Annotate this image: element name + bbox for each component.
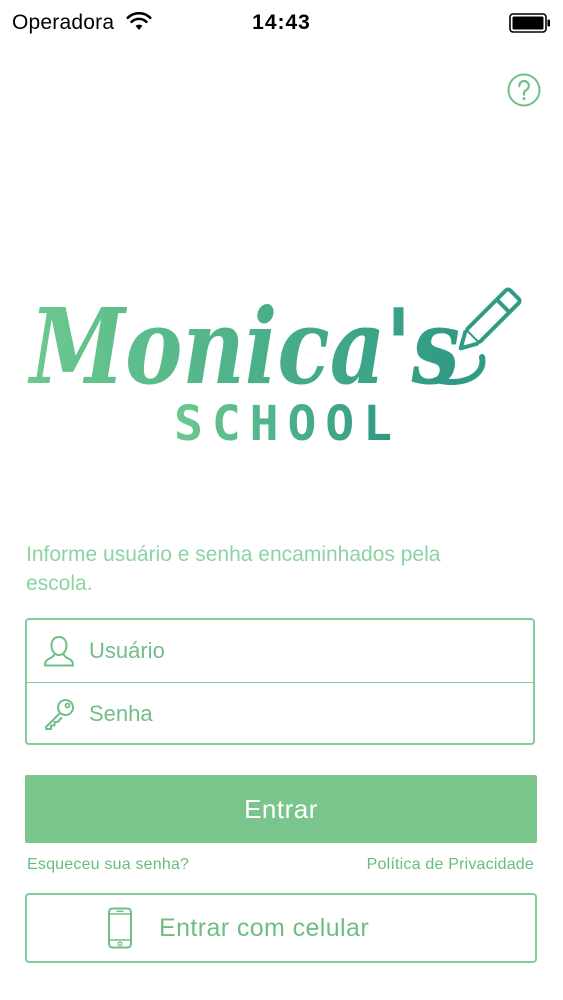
battery-icon xyxy=(509,13,550,33)
forgot-password-link[interactable]: Esqueceu sua senha? xyxy=(27,856,189,874)
status-bar: Operadora 14:43 xyxy=(0,0,563,48)
password-input[interactable] xyxy=(89,693,519,735)
app-logo: Monica's SCHOOL xyxy=(28,285,522,450)
password-row xyxy=(27,683,533,745)
login-button[interactable]: Entrar xyxy=(25,775,537,843)
user-icon xyxy=(44,635,74,667)
phone-login-button[interactable]: Entrar com celular xyxy=(25,893,537,963)
help-button[interactable] xyxy=(507,73,541,107)
status-time: 14:43 xyxy=(252,11,311,34)
login-instructions: Informe usuário e senha encaminhados pel… xyxy=(26,543,441,595)
username-row xyxy=(27,620,533,682)
phone-login-label: Entrar com celular xyxy=(159,914,370,942)
logo-wordmark: Monica's xyxy=(28,285,460,408)
username-input[interactable] xyxy=(89,630,519,672)
privacy-policy-link[interactable]: Política de Privacidade xyxy=(367,856,534,874)
question-circle-icon xyxy=(507,73,541,107)
smartphone-icon xyxy=(108,907,132,949)
pencil-icon xyxy=(458,287,522,351)
login-form xyxy=(25,618,535,745)
key-icon xyxy=(45,699,74,730)
